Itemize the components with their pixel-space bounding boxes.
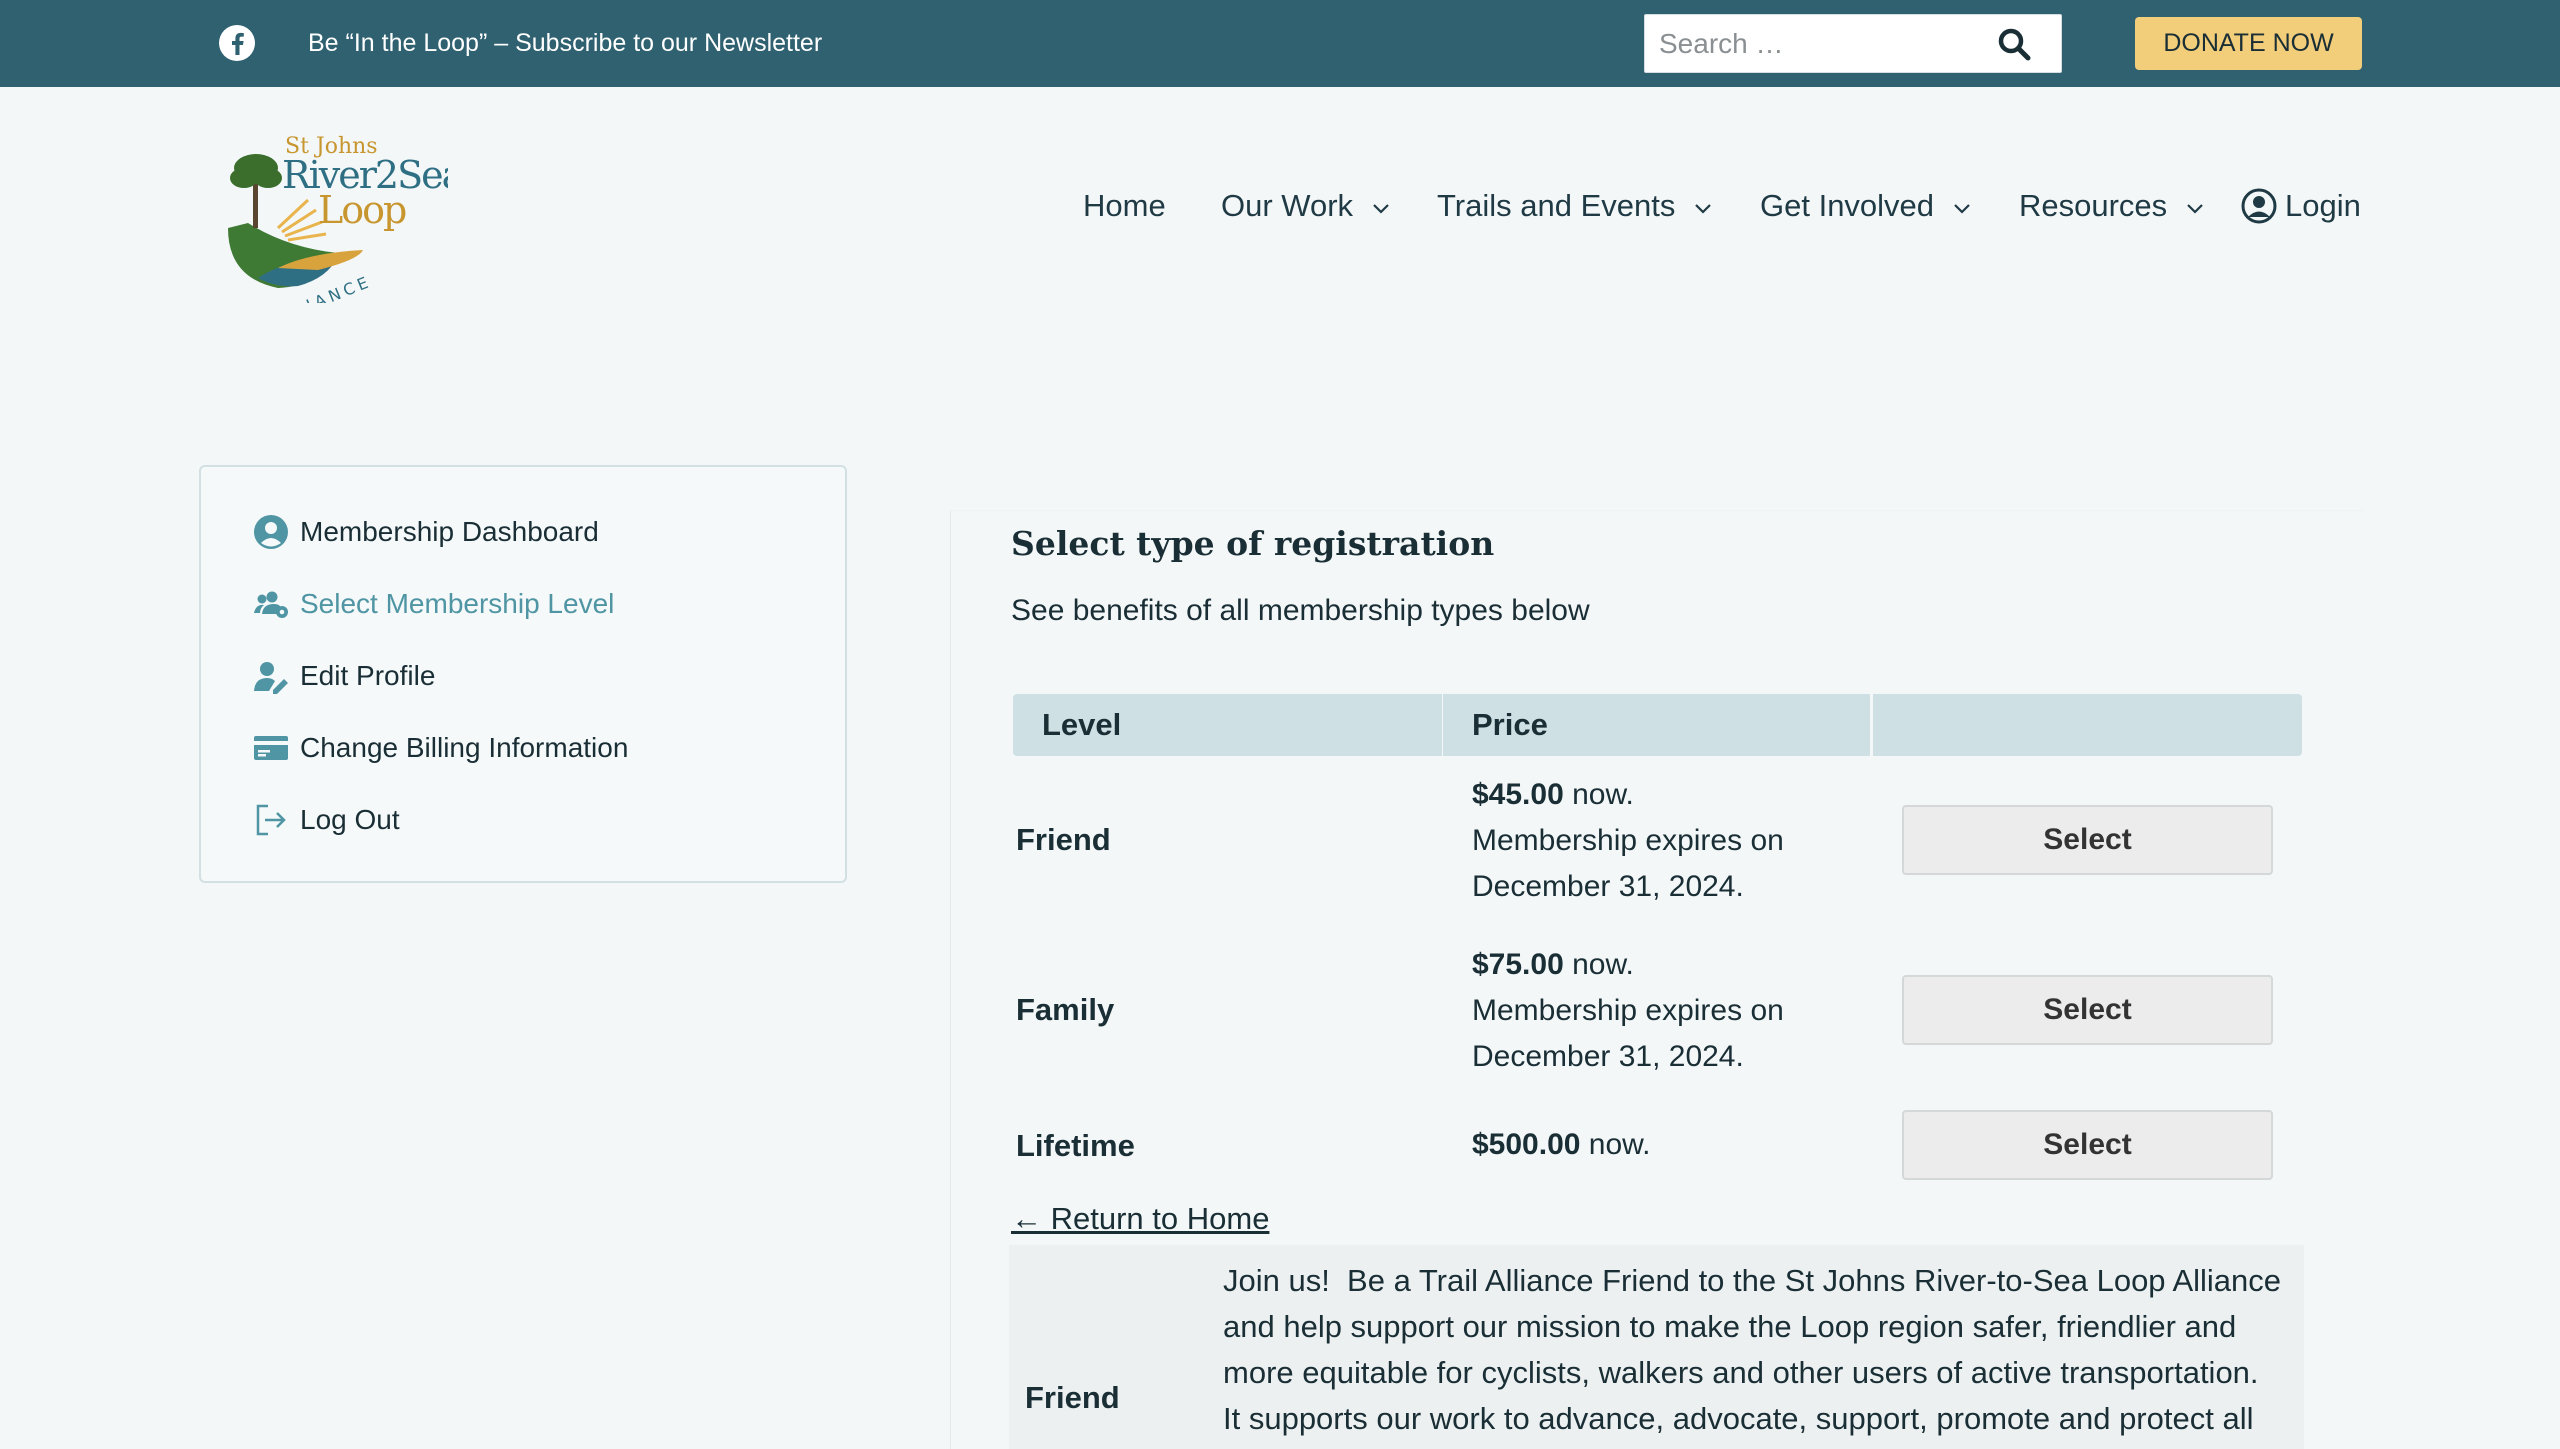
sidebar-item-label: Change Billing Information bbox=[300, 732, 629, 763]
table-header-level: Level bbox=[1013, 694, 1442, 756]
nav-home[interactable]: Home bbox=[1083, 182, 1166, 230]
facebook-icon[interactable] bbox=[218, 24, 256, 62]
sidebar-item-label: Membership Dashboard bbox=[300, 516, 599, 547]
price-amount: $500.00 bbox=[1472, 1128, 1581, 1161]
table-row-level: Family bbox=[1016, 992, 1115, 1027]
user-circle-icon bbox=[254, 515, 288, 549]
table-row-price: $500.00 now. bbox=[1472, 1122, 1852, 1168]
table-header-action bbox=[1873, 694, 2302, 756]
chevron-down-icon bbox=[1695, 204, 1711, 214]
price-suffix: now. bbox=[1580, 1128, 1651, 1161]
price-amount: $45.00 bbox=[1472, 778, 1564, 811]
logo-text-loop: Loop bbox=[318, 188, 406, 232]
credit-card-icon bbox=[254, 736, 288, 760]
users-gear-icon bbox=[254, 591, 288, 618]
select-lifetime-button[interactable]: Select bbox=[1902, 1110, 2273, 1180]
expires-line1: Membership expires on bbox=[1472, 824, 1784, 857]
nav-get-involved[interactable]: Get Involved bbox=[1760, 182, 1971, 230]
table-row-price: $45.00 now. Membership expires on Decemb… bbox=[1472, 772, 1852, 910]
chevron-down-icon bbox=[1953, 204, 1970, 214]
nav-login-label: Login bbox=[2285, 188, 2361, 223]
sidebar-item-label: Edit Profile bbox=[300, 660, 436, 691]
nav-get-involved-label: Get Involved bbox=[1760, 188, 1935, 223]
site-logo[interactable]: St Johns River2Sea Loop ALLIANCE bbox=[218, 128, 448, 303]
expires-line2: December 31, 2024. bbox=[1472, 1040, 1744, 1073]
sidebar-item-label: Log Out bbox=[300, 804, 400, 835]
nav-our-work[interactable]: Our Work bbox=[1221, 182, 1390, 230]
user-circle-icon[interactable] bbox=[2241, 188, 2277, 224]
donate-button[interactable]: DONATE NOW bbox=[2135, 17, 2362, 70]
newsletter-link[interactable]: Be “In the Loop” – Subscribe to our News… bbox=[308, 27, 822, 59]
chevron-down-icon bbox=[2187, 204, 2203, 214]
nav-our-work-label: Our Work bbox=[1221, 188, 1354, 223]
nav-trails-and-events[interactable]: Trails and Events bbox=[1437, 182, 1712, 230]
chevron-down-icon bbox=[1372, 204, 1389, 214]
select-friend-button[interactable]: Select bbox=[1902, 805, 2273, 875]
page-subtitle: See benefits of all membership types bel… bbox=[1011, 594, 1590, 627]
nav-trails-label: Trails and Events bbox=[1437, 188, 1676, 223]
table-header-price: Price bbox=[1443, 694, 1870, 756]
user-edit-icon bbox=[254, 662, 288, 694]
membership-sidebar: Membership Dashboard Select Membership L… bbox=[199, 465, 847, 883]
benefit-description: Join us! Be a Trail Alliance Friend to t… bbox=[1223, 1263, 2282, 1436]
nav-resources[interactable]: Resources bbox=[2019, 182, 2204, 230]
expires-line1: Membership expires on bbox=[1472, 994, 1784, 1027]
expires-line2: December 31, 2024. bbox=[1472, 870, 1744, 903]
price-amount: $75.00 bbox=[1472, 948, 1564, 981]
return-home-link[interactable]: ← Return to Home bbox=[1011, 1201, 1269, 1237]
price-suffix: now. bbox=[1563, 948, 1634, 981]
nav-home-label: Home bbox=[1083, 188, 1166, 223]
price-suffix: now. bbox=[1563, 778, 1634, 811]
search-input[interactable] bbox=[1659, 23, 1989, 65]
top-bar: Be “In the Loop” – Subscribe to our News… bbox=[0, 0, 2560, 87]
table-row-price: $75.00 now. Membership expires on Decemb… bbox=[1472, 942, 1852, 1080]
select-family-button[interactable]: Select bbox=[1902, 975, 2273, 1045]
table-row-level: Friend bbox=[1016, 822, 1111, 857]
search-icon[interactable] bbox=[1997, 27, 2031, 61]
benefit-level-label: Friend bbox=[1025, 1380, 1120, 1415]
logout-icon bbox=[256, 804, 286, 836]
sidebar-item-label: Select Membership Level bbox=[300, 588, 615, 619]
table-row-level: Lifetime bbox=[1016, 1128, 1135, 1163]
page-title: Select type of registration bbox=[1011, 524, 1495, 563]
nav-resources-label: Resources bbox=[2019, 188, 2168, 223]
nav-login[interactable]: Login bbox=[2285, 182, 2361, 230]
